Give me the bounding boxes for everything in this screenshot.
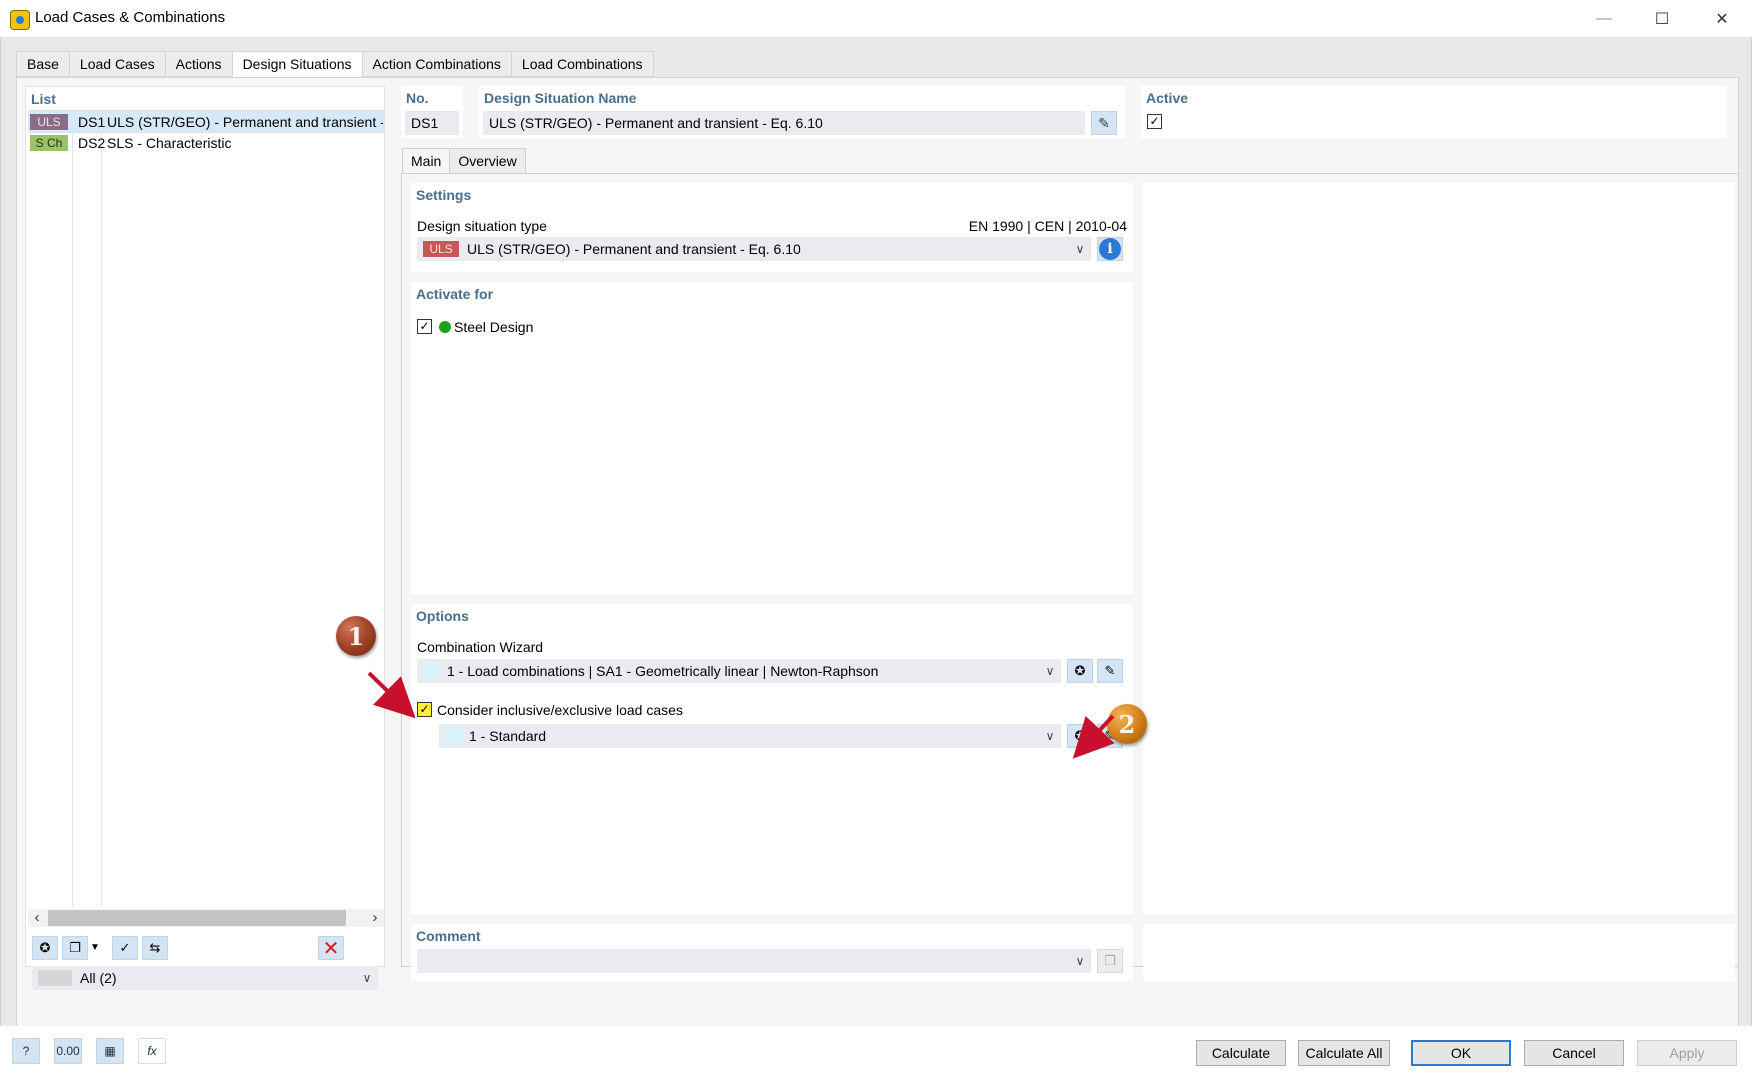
options-title: Options <box>416 608 469 624</box>
tab-page: List ULS DS1 ULS (STR/GEO) - Permanent a… <box>16 77 1739 1046</box>
activate-for-panel: Activate for ✓ Steel Design <box>411 282 1133 594</box>
list-title: List <box>31 91 56 107</box>
ok-button[interactable]: OK <box>1411 1040 1511 1066</box>
steel-design-label: Steel Design <box>454 319 534 335</box>
list-item-ds2[interactable]: S Ch DS2 SLS - Characteristic <box>28 132 384 154</box>
list-item-ds1[interactable]: ULS DS1 ULS (STR/GEO) - Permanent and tr… <box>28 111 384 133</box>
row-name: ULS (STR/GEO) - Permanent and transient … <box>107 114 383 130</box>
sch-badge: S Ch <box>30 135 68 151</box>
list-area: ULS DS1 ULS (STR/GEO) - Permanent and tr… <box>28 110 384 907</box>
help-icon[interactable]: ? <box>12 1038 40 1064</box>
uls-badge: ULS <box>30 114 68 130</box>
tab-main[interactable]: Main <box>402 148 450 174</box>
tab-base[interactable]: Base <box>16 51 69 77</box>
uls-badge: ULS <box>423 241 459 257</box>
new-inclusive-icon[interactable]: ✪ <box>1067 724 1093 748</box>
scroll-left-icon[interactable]: ‹ <box>28 909 46 927</box>
copy-comment-icon[interactable]: ❐ <box>1097 949 1123 973</box>
tab-action-combinations[interactable]: Action Combinations <box>361 51 511 77</box>
calculate-button[interactable]: Calculate <box>1196 1040 1286 1066</box>
chevron-down-icon: ∨ <box>1075 954 1085 968</box>
active-checkbox[interactable]: ✓ <box>1147 114 1162 129</box>
list-panel: List ULS DS1 ULS (STR/GEO) - Permanent a… <box>25 86 385 990</box>
row-name: SLS - Characteristic <box>107 135 232 151</box>
tab-load-cases[interactable]: Load Cases <box>68 51 165 77</box>
chevron-down-icon: ∨ <box>1045 664 1055 678</box>
comment-title: Comment <box>416 928 481 944</box>
units-icon[interactable]: 0.00 <box>54 1038 82 1064</box>
scroll-thumb[interactable] <box>48 910 346 926</box>
inclusive-exclusive-checkbox[interactable]: ✓ <box>417 702 432 717</box>
info-button[interactable]: i <box>1097 237 1123 261</box>
design-situation-name-field[interactable]: ULS (STR/GEO) - Permanent and transient … <box>483 111 1085 135</box>
new-wizard-icon[interactable]: ✪ <box>1067 659 1093 683</box>
comment-side-panel <box>1143 924 1735 981</box>
tab-actions[interactable]: Actions <box>164 51 232 77</box>
combination-wizard-select[interactable]: 1 - Load combinations | SA1 - Geometrica… <box>417 659 1061 683</box>
standard-label: EN 1990 | CEN | 2010-04 <box>968 218 1127 234</box>
new-item-icon[interactable]: ✪ <box>32 936 58 960</box>
apply-button[interactable]: Apply <box>1637 1040 1737 1066</box>
steel-design-checkbox[interactable]: ✓ <box>417 319 432 334</box>
toggle-check-icon[interactable]: ⇆ <box>142 936 168 960</box>
name-panel: Design Situation Name ULS (STR/GEO) - Pe… <box>479 86 1125 138</box>
callout-2: 2 <box>1107 704 1147 744</box>
title-bar: Load Cases & Combinations — ☐ ✕ <box>0 0 1752 38</box>
edit-name-icon[interactable]: ✎ <box>1091 111 1117 135</box>
comment-panel: Comment ∨ ❐ <box>411 924 1133 981</box>
minimize-button[interactable]: — <box>1574 0 1634 38</box>
tab-design-situations[interactable]: Design Situations <box>231 51 362 77</box>
chevron-down-icon: ∨ <box>362 971 372 985</box>
design-situation-type-select[interactable]: ULS ULS (STR/GEO) - Permanent and transi… <box>417 237 1091 261</box>
active-label: Active <box>1146 90 1189 106</box>
tab-overview[interactable]: Overview <box>449 148 526 174</box>
app-icon <box>10 10 30 30</box>
formula-icon[interactable]: fx <box>138 1038 166 1064</box>
info-icon: i <box>1099 238 1121 260</box>
settings-panel: Settings Design situation type EN 1990 |… <box>411 183 1133 272</box>
dialog-body: Base Load Cases Actions Design Situation… <box>0 38 1752 1046</box>
horizontal-scrollbar[interactable]: ‹ › <box>28 909 384 927</box>
bottom-bar: ? 0.00 ▦ fx Calculate Calculate All OK C… <box>0 1026 1752 1080</box>
overview-panel <box>1143 183 1735 914</box>
display-settings-icon[interactable]: ▦ <box>96 1038 124 1064</box>
status-dot-icon <box>439 321 451 333</box>
inner-tabs: Main Overview <box>402 148 526 174</box>
main-tabs: Base Load Cases Actions Design Situation… <box>16 51 654 77</box>
list-filter-select[interactable]: All (2) ∨ <box>32 966 378 990</box>
settings-title: Settings <box>416 187 472 203</box>
chevron-down-icon: ∨ <box>1075 242 1085 256</box>
callout-1: 1 <box>336 616 376 656</box>
cancel-button[interactable]: Cancel <box>1524 1040 1624 1066</box>
options-panel: Options Combination Wizard 1 - Load comb… <box>411 604 1133 914</box>
delete-icon[interactable]: ✕ <box>318 936 344 960</box>
number-panel: No. DS1 <box>401 86 463 138</box>
row-number: DS1 <box>78 114 106 130</box>
calculate-all-button[interactable]: Calculate All <box>1298 1040 1390 1066</box>
design-situation-type-label: Design situation type <box>417 218 547 234</box>
inclusive-exclusive-label: Consider inclusive/exclusive load cases <box>437 702 683 718</box>
copy-item-icon[interactable]: ❐ <box>62 936 88 960</box>
edit-wizard-icon[interactable]: ✎ <box>1097 659 1123 683</box>
chevron-down-icon[interactable]: ▼ <box>90 942 100 953</box>
number-field[interactable]: DS1 <box>405 111 459 135</box>
scroll-right-icon[interactable]: › <box>366 909 384 927</box>
activate-for-title: Activate for <box>416 286 494 302</box>
comment-select[interactable]: ∨ <box>417 949 1091 973</box>
row-number: DS2 <box>78 135 106 151</box>
window-title: Load Cases & Combinations <box>35 9 226 26</box>
active-panel: Active ✓ <box>1141 86 1727 138</box>
combination-wizard-label: Combination Wizard <box>417 639 544 655</box>
name-label: Design Situation Name <box>484 90 637 106</box>
maximize-button[interactable]: ☐ <box>1632 0 1692 38</box>
chevron-down-icon: ∨ <box>1045 729 1055 743</box>
close-button[interactable]: ✕ <box>1692 0 1752 38</box>
tab-load-combinations[interactable]: Load Combinations <box>510 51 654 77</box>
number-label: No. <box>406 90 429 106</box>
check-all-icon[interactable]: ✓ <box>112 936 138 960</box>
inclusive-exclusive-select[interactable]: 1 - Standard ∨ <box>439 724 1061 748</box>
